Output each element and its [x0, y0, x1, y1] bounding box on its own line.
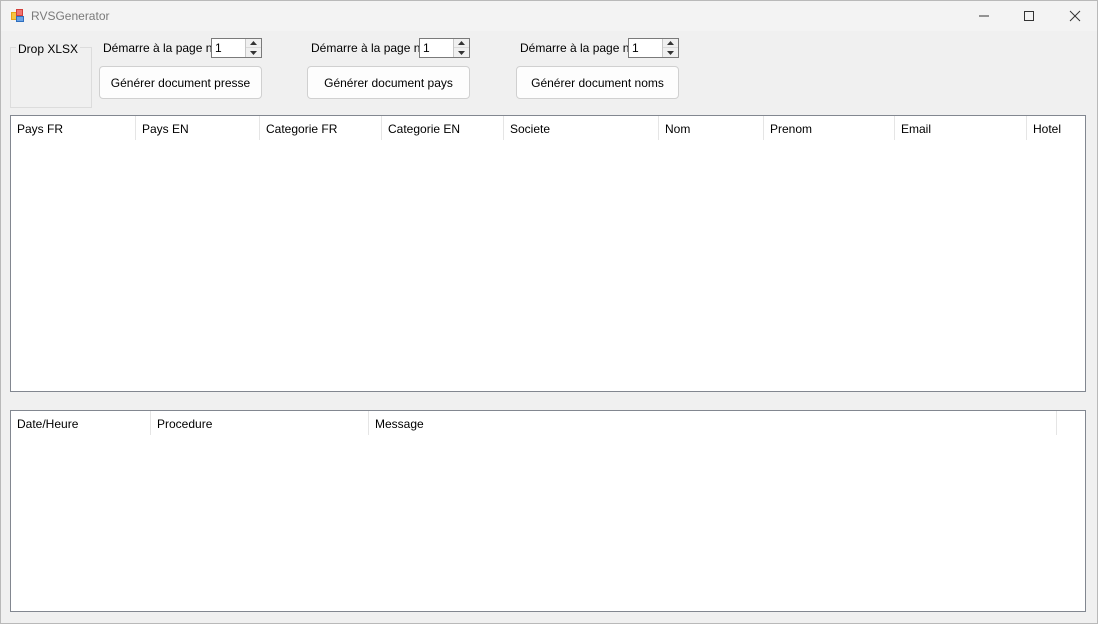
column-header-nom[interactable]: Nom — [659, 116, 764, 140]
column-header-categorie-en[interactable]: Categorie EN — [382, 116, 504, 140]
data-table-header: Pays FR Pays EN Categorie FR Categorie E… — [11, 116, 1085, 140]
spin-down-button[interactable] — [246, 48, 261, 57]
start-page-label-presse: Démarre à la page n° — [103, 41, 218, 55]
column-header-categorie-fr[interactable]: Categorie FR — [260, 116, 382, 140]
start-page-label-noms: Démarre à la page n° — [520, 41, 635, 55]
start-page-value-noms[interactable]: 1 — [632, 41, 639, 55]
column-header-procedure[interactable]: Procedure — [151, 411, 369, 435]
column-header-message[interactable]: Message — [369, 411, 1057, 435]
window-title: RVSGenerator — [31, 9, 110, 23]
title-bar[interactable]: RVSGenerator — [1, 1, 1097, 31]
maximize-icon — [1024, 11, 1034, 21]
spin-down-button[interactable] — [454, 48, 469, 57]
spinner-buttons — [245, 39, 261, 57]
column-header-hotel[interactable]: Hotel — [1027, 116, 1085, 140]
log-table[interactable]: Date/Heure Procedure Message — [10, 410, 1086, 612]
start-page-spinner-pays[interactable]: 1 — [419, 38, 470, 58]
start-page-label-pays: Démarre à la page n° — [311, 41, 426, 55]
column-header-pays-fr[interactable]: Pays FR — [11, 116, 136, 140]
minimize-icon — [979, 15, 989, 17]
log-table-header: Date/Heure Procedure Message — [11, 411, 1085, 435]
chevron-down-icon — [250, 50, 257, 55]
app-icon — [11, 9, 24, 22]
minimize-button[interactable] — [961, 1, 1007, 31]
column-header-prenom[interactable]: Prenom — [764, 116, 895, 140]
column-header-email[interactable]: Email — [895, 116, 1027, 140]
start-page-spinner-noms[interactable]: 1 — [628, 38, 679, 58]
data-table[interactable]: Pays FR Pays EN Categorie FR Categorie E… — [10, 115, 1086, 392]
column-header-date-heure[interactable]: Date/Heure — [11, 411, 151, 435]
maximize-button[interactable] — [1006, 1, 1052, 31]
spinner-buttons — [662, 39, 678, 57]
start-page-value-pays[interactable]: 1 — [423, 41, 430, 55]
spinner-buttons — [453, 39, 469, 57]
generate-presse-button[interactable]: Générer document presse — [99, 66, 262, 99]
close-button[interactable] — [1052, 1, 1098, 31]
spin-up-button[interactable] — [663, 39, 678, 48]
start-page-value-presse[interactable]: 1 — [215, 41, 222, 55]
drop-xlsx-label: Drop XLSX — [16, 42, 81, 56]
drop-xlsx-area[interactable]: Drop XLSX — [10, 42, 92, 108]
chevron-up-icon — [250, 41, 257, 45]
spin-up-button[interactable] — [246, 39, 261, 48]
column-header-pays-en[interactable]: Pays EN — [136, 116, 260, 140]
chevron-down-icon — [667, 50, 674, 55]
chevron-up-icon — [667, 41, 674, 45]
column-header-societe[interactable]: Societe — [504, 116, 659, 140]
chevron-up-icon — [458, 41, 465, 45]
generate-pays-button[interactable]: Générer document pays — [307, 66, 470, 99]
chevron-down-icon — [458, 50, 465, 55]
close-icon — [1069, 10, 1081, 22]
app-window: RVSGenerator Drop XLSX Démarre à la page… — [0, 0, 1098, 624]
spin-down-button[interactable] — [663, 48, 678, 57]
spin-up-button[interactable] — [454, 39, 469, 48]
generate-noms-button[interactable]: Générer document noms — [516, 66, 679, 99]
start-page-spinner-presse[interactable]: 1 — [211, 38, 262, 58]
